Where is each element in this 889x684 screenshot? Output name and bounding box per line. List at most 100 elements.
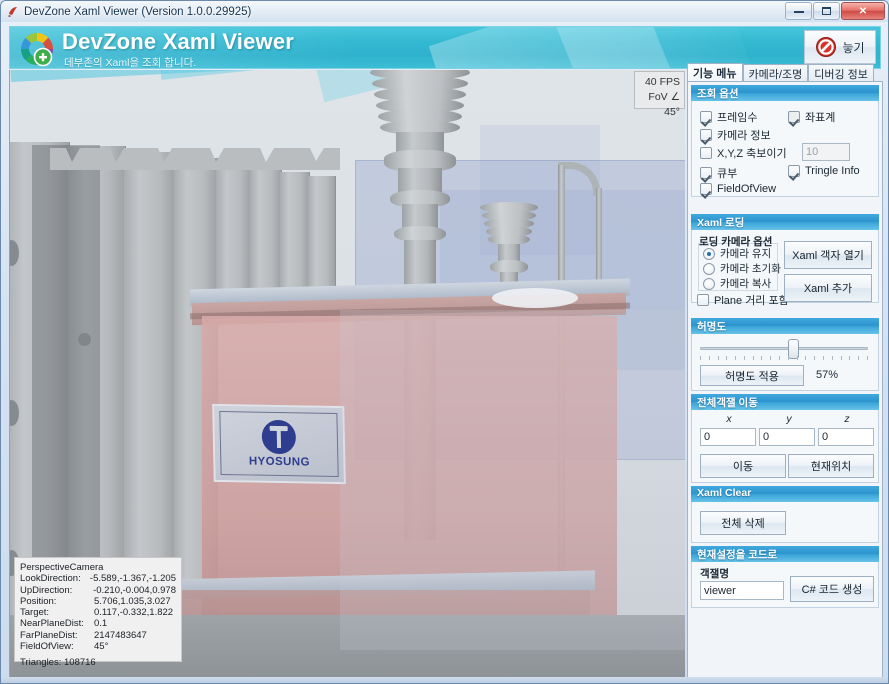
group-xaml-loading: Xaml 로딩 로딩 카메라 옵션 카메라 유지 카메라 초기화 카메라 복사 … <box>691 214 879 307</box>
camera-info-row: Target: 0.117,-0.332,1.822 <box>20 607 176 618</box>
tab-function-menu[interactable]: 기능 메뉴 <box>687 63 743 82</box>
radio-copy-camera[interactable]: 카메라 복사 <box>703 276 771 291</box>
radio-reset-camera[interactable]: 카메라 초기화 <box>703 261 781 276</box>
group-xaml-clear: Xaml Clear 전체 삭제 <box>691 486 879 543</box>
radio-copy-camera-dot[interactable] <box>703 277 715 290</box>
fov-value: FoV ∠ 45° <box>648 91 680 118</box>
camera-info-overlay: PerspectiveCamera LookDirection: -5.589,… <box>14 557 182 668</box>
3d-viewport[interactable]: HYOSUNG F 40 FPS FoV ∠ 45° PerspectiveCa… <box>9 70 685 677</box>
tab-camera-light[interactable]: 카메라/조명 <box>742 64 809 82</box>
checkbox-framerate[interactable]: 프레임수 <box>700 109 757 125</box>
camera-info-row: NearPlaneDist: 0.1 <box>20 618 176 629</box>
camera-info-row: UpDirection: -0.210,-0.004,0.978 <box>20 585 176 596</box>
camera-info-key: FarPlaneDist: <box>20 629 78 641</box>
checkbox-coordinate-system-box[interactable] <box>788 111 800 123</box>
tab-debug-info[interactable]: 디버깅 정보 <box>808 64 874 82</box>
checkbox-cube-label: 큐부 <box>717 168 738 180</box>
object-name-label: 객잴명 <box>700 568 729 580</box>
window-title: DevZone Xaml Viewer (Version 1.0.0.29925… <box>24 5 252 18</box>
axis-length-input[interactable] <box>802 143 850 161</box>
camera-info-key: Position: <box>20 595 57 607</box>
add-xaml-button[interactable]: Xaml 추가 <box>784 274 872 302</box>
shadow-column <box>32 145 100 625</box>
camera-info-row: Position: 5.706,1.035,3.027 <box>20 596 176 607</box>
group-code-generation-header: 현재설정을 코드로 <box>691 546 879 562</box>
application-window: DevZone Xaml Viewer (Version 1.0.0.29925… <box>0 0 889 684</box>
checkbox-framerate-box[interactable] <box>700 111 712 123</box>
checkbox-coordinate-system[interactable]: 좌표계 <box>788 109 835 125</box>
maximize-button[interactable] <box>813 2 840 20</box>
camera-info-value: 45° <box>94 641 109 653</box>
camera-info-key: FieldOfView: <box>20 641 74 653</box>
camera-info-key: UpDirection: <box>20 584 73 596</box>
app-subtitle: 데부존의 Xaml을 조회 합니다. <box>64 57 197 69</box>
group-transparency-body: 허명도 적용 57% <box>691 334 879 391</box>
transparency-value: 57% <box>816 369 839 381</box>
apply-transparency-button[interactable]: 허명도 적용 <box>700 365 804 386</box>
tab-strip: 기능 메뉴 카메라/조명 디버깅 정보 <box>687 63 883 82</box>
group-transparency: 허명도 허명도 적용 57% <box>691 318 879 391</box>
group-move-all-objects: 전체객잴 이동 x y z 이동 현재위치 <box>691 394 879 483</box>
checkbox-triangle-info[interactable]: Tringle Info <box>788 165 860 177</box>
move-y-input[interactable] <box>759 428 815 446</box>
camera-info-value: -0.210,-0.004,0.978 <box>93 584 176 596</box>
tank-manhole <box>492 288 578 308</box>
camera-info-row: FarPlaneDist: 2147483647 <box>20 630 176 641</box>
current-position-button[interactable]: 현재위치 <box>788 454 874 478</box>
minimize-button[interactable] <box>785 2 812 20</box>
fps-value: 40 FPS <box>644 76 680 88</box>
checkbox-show-axes-box[interactable] <box>700 147 712 159</box>
checkbox-field-of-view-box[interactable] <box>700 183 712 195</box>
open-xaml-object-button[interactable]: Xaml 객자 열기 <box>784 241 872 269</box>
backdrop-strip-3 <box>310 70 685 103</box>
window-close-button[interactable]: ✕ <box>841 2 885 20</box>
checkbox-show-axes-label: X,Y,Z 축보이기 <box>717 148 787 160</box>
camera-info-value: 0.1 <box>94 618 108 630</box>
camera-type: PerspectiveCamera <box>20 562 104 573</box>
move-x-input[interactable] <box>700 428 756 446</box>
checkbox-include-plane-distance[interactable]: Plane 거리 포함 <box>697 292 789 308</box>
devzone-logo-icon <box>18 30 56 68</box>
window-bottom-strip <box>1 677 888 683</box>
object-name-input[interactable] <box>700 581 784 600</box>
axis-label-x: x <box>726 413 732 425</box>
checkbox-cube[interactable]: 큐부 <box>700 165 737 181</box>
app-title: DevZone Xaml Viewer <box>62 29 295 54</box>
checkbox-camera-info[interactable]: 카메라 정보 <box>700 127 771 143</box>
radio-reset-camera-label: 카메라 초기화 <box>720 263 781 275</box>
checkbox-triangle-info-box[interactable] <box>788 165 800 177</box>
checkbox-include-plane-distance-box[interactable] <box>697 294 709 306</box>
camera-info-value: -5.589,-1.367,-1.205 <box>89 573 176 585</box>
group-xaml-clear-header: Xaml Clear <box>691 486 879 502</box>
generate-csharp-code-button[interactable]: C# 코드 생성 <box>790 576 874 602</box>
tab-page-function-menu: 조회 옵션 프레임수 좌표계 카메라 정보 X,Y,Z 축보이기 10 큐부 T… <box>687 81 883 678</box>
clear-all-button[interactable]: 전체 삭제 <box>700 511 786 535</box>
group-code-generation-body: 객잴명 C# 코드 생성 <box>691 562 879 608</box>
checkbox-camera-info-box[interactable] <box>700 129 712 141</box>
triangle-count: Triangles: 108716 <box>20 657 96 669</box>
group-xaml-clear-body: 전체 삭제 <box>691 502 879 543</box>
transparency-slider-track[interactable] <box>700 347 868 350</box>
checkbox-field-of-view-label: FieldOfView <box>717 183 777 195</box>
radio-keep-camera-dot[interactable] <box>703 247 715 260</box>
checkbox-coordinate-system-label: 좌표계 <box>805 112 836 124</box>
camera-info-value: 2147483647 <box>94 629 147 641</box>
nameplate-inner: HYOSUNG <box>219 410 339 478</box>
group-view-options: 조회 옵션 프레임수 좌표계 카메라 정보 X,Y,Z 축보이기 10 큐부 T… <box>691 85 879 197</box>
radio-reset-camera-dot[interactable] <box>703 262 715 275</box>
checkbox-triangle-info-label: Tringle Info <box>805 165 860 177</box>
close-app-button[interactable]: 늫기 <box>804 30 876 64</box>
group-view-options-header: 조회 옵션 <box>691 85 879 101</box>
radio-keep-camera[interactable]: 카메라 유지 <box>703 246 771 261</box>
fin-hole-4 <box>78 333 91 346</box>
checkbox-show-axes[interactable]: X,Y,Z 축보이기 <box>700 145 787 161</box>
checkbox-framerate-label: 프레임수 <box>717 112 758 124</box>
fps-overlay: 40 FPS FoV ∠ 45° <box>634 71 685 118</box>
group-xaml-loading-header: Xaml 로딩 <box>691 214 879 230</box>
hyosung-logo-icon <box>261 419 297 455</box>
checkbox-cube-box[interactable] <box>700 167 712 179</box>
control-panel: 기능 메뉴 카메라/조명 디버깅 정보 조회 옵션 프레임수 좌표계 카메라 정… <box>687 63 883 678</box>
checkbox-field-of-view[interactable]: FieldOfView <box>700 183 776 195</box>
move-z-input[interactable] <box>818 428 874 446</box>
move-button[interactable]: 이동 <box>700 454 786 478</box>
